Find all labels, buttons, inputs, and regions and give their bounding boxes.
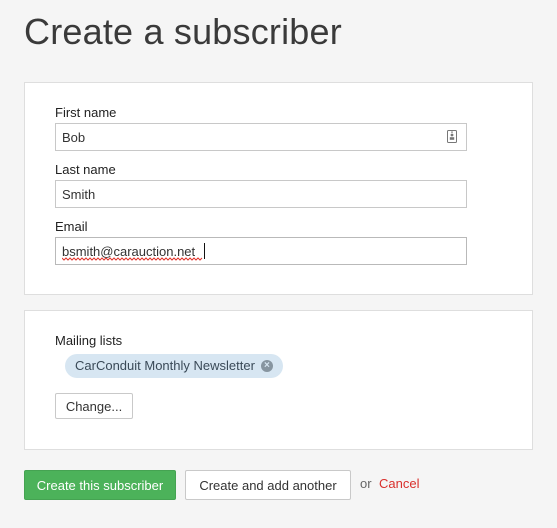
email-label: Email — [55, 219, 88, 234]
page-title: Create a subscriber — [24, 11, 342, 52]
create-and-add-another-button[interactable]: Create and add another — [185, 470, 351, 500]
first-name-input[interactable] — [55, 123, 467, 151]
mailing-list-chip: CarConduit Monthly Newsletter × — [65, 354, 283, 378]
remove-circle-icon[interactable]: × — [260, 360, 273, 372]
first-name-label: First name — [55, 105, 117, 120]
first-name-field-wrapper — [55, 123, 467, 151]
or-separator: or — [360, 476, 372, 491]
change-lists-button[interactable]: Change... — [55, 393, 133, 419]
mailing-list-chip-label: CarConduit Monthly Newsletter — [75, 358, 255, 373]
text-caret — [204, 243, 205, 259]
last-name-input[interactable] — [55, 180, 467, 208]
create-subscriber-page: Create a subscriber First name Last name… — [0, 0, 557, 528]
email-field-wrapper — [55, 237, 467, 265]
last-name-field-wrapper — [55, 180, 467, 208]
contact-card-icon-glyph — [449, 131, 455, 140]
contact-card-icon[interactable] — [447, 130, 457, 143]
spellcheck-underline — [62, 257, 203, 261]
subscriber-details-card: First name Last name Email — [24, 82, 533, 295]
cancel-link[interactable]: Cancel — [379, 476, 419, 492]
mailing-lists-label: Mailing lists — [55, 333, 123, 348]
last-name-label: Last name — [55, 162, 116, 177]
mailing-lists-card: Mailing lists CarConduit Monthly Newslet… — [24, 310, 533, 450]
create-subscriber-button[interactable]: Create this subscriber — [24, 470, 176, 500]
